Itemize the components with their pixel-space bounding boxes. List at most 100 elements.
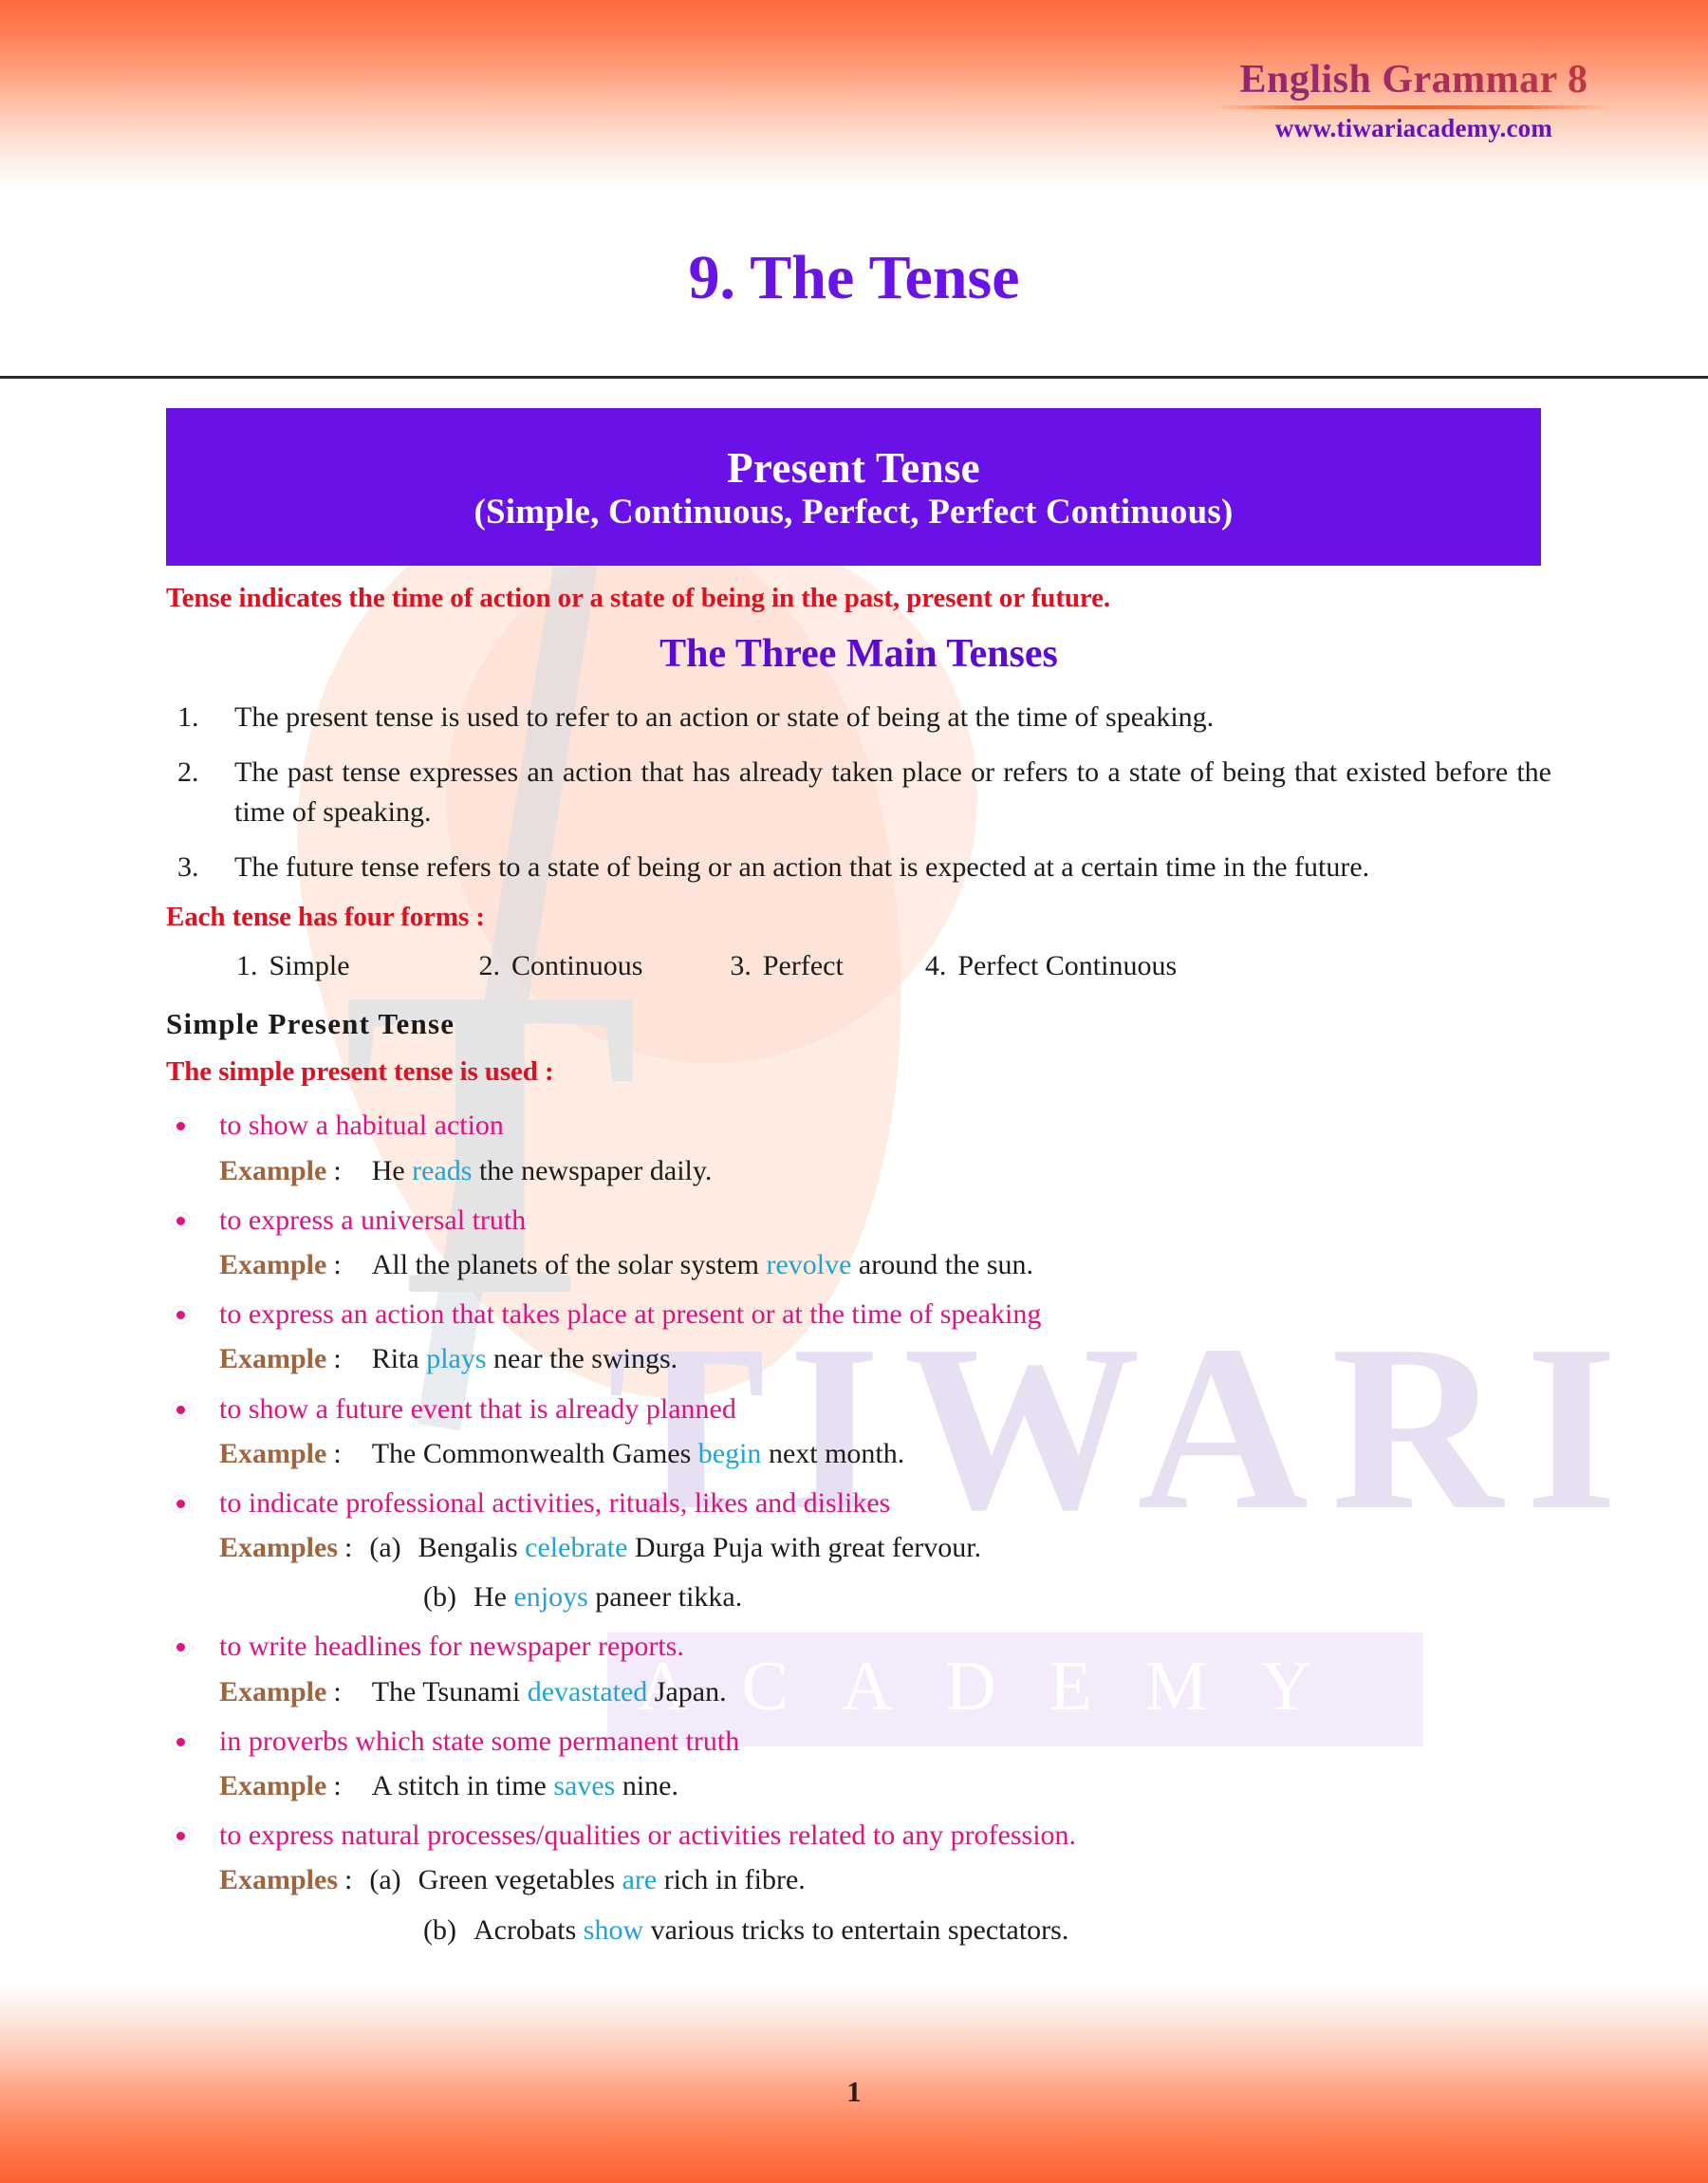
example-row: Example: A stitch in time saves nine. <box>166 1765 1551 1806</box>
list-item: to express natural processes/qualities o… <box>166 1815 1551 1950</box>
example-colon: : <box>333 1437 342 1469</box>
usage-label: to indicate professional activities, rit… <box>219 1486 891 1519</box>
example-marker: (a) <box>369 1864 401 1896</box>
example-row: Examples: (a) Bengalis celebrate Durga P… <box>166 1527 1551 1568</box>
example-marker: (b) <box>423 1913 456 1946</box>
list-item: to write headlines for newspaper reports… <box>166 1626 1551 1711</box>
form-number: 3. <box>730 950 752 982</box>
form-item-perfect-continuous: 4. Perfect Continuous <box>925 950 1177 982</box>
example-colon: : <box>333 1248 342 1280</box>
form-label: Perfect <box>762 950 844 982</box>
usage-text: to express an action that takes place at… <box>166 1294 1551 1334</box>
bullet-dot-icon <box>172 1400 190 1419</box>
example-label: Examples <box>219 1864 339 1896</box>
page-title: 9. The Tense <box>688 243 1020 312</box>
list-item: The past tense expresses an action that … <box>177 753 1551 829</box>
form-number: 2. <box>478 950 501 982</box>
example-row: Example: He reads the newspaper daily. <box>166 1150 1551 1191</box>
example-label: Examples <box>219 1532 339 1564</box>
example-colon: : <box>333 1154 342 1186</box>
usage-label: to express natural processes/qualities o… <box>219 1819 1077 1852</box>
usage-label: to show a future event that is already p… <box>219 1392 736 1425</box>
body-content: Tense indicates the time of action or a … <box>166 583 1551 1959</box>
example-before: A stitch in time <box>371 1770 554 1801</box>
example-before: The Tsunami <box>371 1675 528 1707</box>
example-row: Example: All the planets of the solar sy… <box>166 1244 1551 1285</box>
example-after: nine. <box>615 1770 678 1801</box>
usage-label: to express an action that takes place at… <box>219 1298 1042 1331</box>
usage-text: to express natural processes/qualities o… <box>166 1815 1551 1856</box>
form-number: 4. <box>924 950 947 982</box>
usage-label: to express a universal truth <box>219 1203 527 1236</box>
banner-title: Present Tense <box>727 443 980 492</box>
usage-text: to write headlines for newspaper reports… <box>166 1626 1551 1667</box>
list-item: to show a habitual action Example: He re… <box>166 1105 1551 1190</box>
example-marker: (b) <box>423 1581 456 1614</box>
header-divider-rule <box>0 376 1708 379</box>
example-colon: : <box>333 1343 342 1375</box>
list-item: The present tense is used to refer to an… <box>177 698 1215 737</box>
example-colon: : <box>333 1675 342 1707</box>
example-after: Japan. <box>647 1675 727 1707</box>
example-verb: are <box>622 1864 658 1896</box>
example-label: Example <box>219 1154 327 1186</box>
four-forms-row: 1. Simple 2. Continuous 3. Perfect 4. Perfec… <box>166 950 1551 982</box>
example-row: Examples: (a) Green vegetables are rich … <box>166 1859 1551 1900</box>
example-colon: : <box>344 1864 353 1896</box>
bullet-dot-icon <box>172 1732 190 1751</box>
example-label: Example <box>219 1343 327 1375</box>
example-row: (b) Acrobats show various tricks to ente… <box>166 1910 1551 1950</box>
example-colon: : <box>333 1770 342 1801</box>
example-row: Example: The Tsunami devastated Japan. <box>166 1671 1551 1712</box>
usage-label: in proverbs which state some permanent t… <box>219 1725 740 1757</box>
list-item: to show a future event that is already p… <box>166 1389 1551 1474</box>
form-item-simple: 1. Simple <box>236 950 350 982</box>
example-after: next month. <box>761 1437 905 1469</box>
form-number: 1. <box>236 950 258 982</box>
example-verb: devastated <box>527 1675 648 1707</box>
brand-divider <box>1215 105 1613 110</box>
example-label: Example <box>219 1437 327 1469</box>
example-verb: enjoys <box>513 1581 588 1614</box>
example-before: Rita <box>371 1343 427 1375</box>
bullet-dot-icon <box>172 1117 190 1136</box>
brand-url[interactable]: www.tiwariacademy.com <box>1215 114 1613 143</box>
example-sentence: Rita plays near the swings. <box>372 1338 678 1379</box>
example-before: All the planets of the solar system <box>371 1248 767 1280</box>
site-branding: English Grammar 8 www.tiwariacademy.com <box>1215 58 1613 143</box>
example-before: Acrobats <box>473 1913 584 1946</box>
tense-definition: Tense indicates the time of action or a … <box>166 583 1111 613</box>
example-verb: begin <box>697 1437 762 1469</box>
example-after: near the swings. <box>486 1343 678 1375</box>
present-tense-banner: Present Tense (Simple, Continuous, Perfe… <box>166 408 1541 566</box>
example-row: Example: Rita plays near the swings. <box>166 1338 1551 1379</box>
example-sentence: Acrobats show various tricks to entertai… <box>473 1910 1068 1950</box>
brand-title: English Grammar 8 <box>1215 58 1613 102</box>
simple-present-usage-list: to show a habitual action Example: He re… <box>166 1105 1551 1950</box>
simple-present-tense-heading: Simple Present Tense <box>166 1007 455 1041</box>
example-marker: (a) <box>369 1532 401 1564</box>
three-main-tenses-heading: The Three Main Tenses <box>659 632 1058 676</box>
example-verb: celebrate <box>525 1532 628 1564</box>
bullet-dot-icon <box>172 1827 190 1846</box>
three-main-tenses-list: The present tense is used to refer to an… <box>166 698 1551 887</box>
bullet-dot-icon <box>172 1638 190 1657</box>
example-verb: show <box>583 1913 644 1946</box>
bullet-dot-icon <box>172 1494 190 1513</box>
example-after: Durga Puja with great fervour. <box>627 1532 982 1564</box>
page-number: 1 <box>846 2075 862 2108</box>
page-content: English Grammar 8 www.tiwariacademy.com … <box>0 0 1708 2183</box>
usage-text: to express a universal truth <box>166 1200 1551 1241</box>
usage-text: to indicate professional activities, rit… <box>166 1483 1551 1523</box>
form-item-continuous: 2. Continuous <box>479 950 643 982</box>
simple-present-lead: The simple present tense is used : <box>166 1056 554 1088</box>
usage-label: to show a habitual action <box>219 1110 504 1142</box>
example-verb: revolve <box>766 1248 852 1280</box>
example-label: Example <box>219 1248 327 1280</box>
example-row: (b) He enjoys paneer tikka. <box>166 1577 1551 1617</box>
example-sentence: All the planets of the solar system revo… <box>372 1244 1033 1285</box>
document-page: T TIWARI ACADEMY English Grammar 8 www.t… <box>0 0 1708 2183</box>
example-after: rich in fibre. <box>657 1864 806 1896</box>
bullet-dot-icon <box>172 1306 190 1325</box>
form-item-perfect: 3. Perfect <box>730 950 843 982</box>
